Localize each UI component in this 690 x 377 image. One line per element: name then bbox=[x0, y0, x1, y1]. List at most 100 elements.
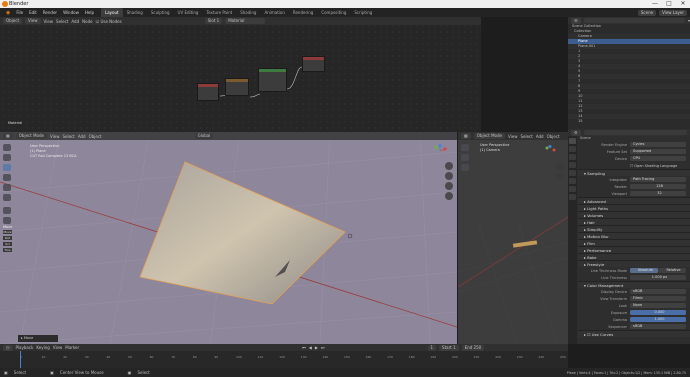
menu-help[interactable]: Help bbox=[82, 10, 97, 15]
end-frame-field[interactable]: End 250 bbox=[461, 344, 485, 351]
last-operation-panel[interactable]: ▸ Move bbox=[18, 335, 58, 342]
node-principled-bsdf[interactable] bbox=[258, 68, 287, 92]
measure-tool-icon[interactable] bbox=[3, 217, 11, 224]
camera-mode-selector[interactable]: Object Mode bbox=[473, 133, 505, 139]
output-tab-icon[interactable] bbox=[569, 146, 576, 152]
tool-rotate-button[interactable]: Rot bbox=[3, 236, 12, 240]
camera-select-tool-icon[interactable] bbox=[461, 144, 469, 151]
camera-move-tool-icon[interactable] bbox=[461, 164, 469, 171]
timeline-menu-view[interactable]: View bbox=[53, 345, 63, 350]
tab-rendering[interactable]: Rendering bbox=[289, 8, 317, 17]
feature-set-select[interactable]: Supported bbox=[630, 149, 686, 154]
world-tab-icon[interactable] bbox=[569, 170, 576, 176]
section-motion-blur[interactable]: ▸ Motion Blur bbox=[578, 232, 690, 239]
look-select[interactable]: None bbox=[630, 303, 686, 308]
line-thickness-field[interactable]: 1.000 px bbox=[630, 275, 686, 280]
menu-file[interactable]: File bbox=[13, 10, 26, 15]
node-texture-coordinate[interactable] bbox=[197, 83, 219, 101]
outliner-type-button[interactable]: ☰ bbox=[571, 17, 581, 24]
cam-menu-object[interactable]: Object bbox=[547, 134, 560, 139]
use-curves-section[interactable]: ▸ ☐ Use Curves bbox=[578, 330, 690, 337]
section-film[interactable]: ▸ Film bbox=[578, 239, 690, 246]
camera-viewport[interactable]: ▦ Object Mode View Select Add Object Use… bbox=[458, 132, 568, 344]
viewport-samples-field[interactable]: 32 bbox=[630, 191, 686, 196]
section-advanced[interactable]: ▸ Advanced bbox=[578, 197, 690, 204]
section-simplify[interactable]: ▸ Simplify bbox=[578, 225, 690, 232]
navigation-gizmo[interactable] bbox=[433, 144, 447, 158]
vp-menu-object[interactable]: Object bbox=[89, 134, 102, 139]
render-samples-field[interactable]: 128 bbox=[630, 184, 686, 189]
menu-edit[interactable]: Edit bbox=[26, 10, 40, 15]
transform-tool-icon[interactable] bbox=[3, 194, 11, 201]
absolute-toggle[interactable]: Absolute bbox=[630, 268, 658, 273]
pan-icon[interactable] bbox=[445, 172, 453, 180]
rotate-tool-icon[interactable] bbox=[3, 174, 11, 181]
section-light-paths[interactable]: ▸ Light Paths bbox=[578, 204, 690, 211]
cursor-tool-icon[interactable] bbox=[3, 154, 11, 161]
gamma-slider[interactable]: 1.000 bbox=[630, 317, 686, 322]
timeline[interactable]: ◷ Playback Keying View Marker ⏮ ◀ ▶ ⏭ 1 … bbox=[0, 344, 568, 368]
timeline-type-button[interactable]: ◷ bbox=[3, 344, 13, 351]
camera-cursor-tool-icon[interactable] bbox=[461, 154, 469, 161]
minimize-button[interactable]: — bbox=[648, 0, 662, 8]
camera-pan-icon[interactable] bbox=[556, 172, 564, 180]
view-layer-tab-icon[interactable] bbox=[569, 154, 576, 160]
vp-menu-select[interactable]: Select bbox=[62, 134, 74, 139]
play-icon[interactable]: ▶ bbox=[315, 345, 318, 350]
mode-selector[interactable]: Object Mode bbox=[15, 133, 47, 139]
tab-shading-2[interactable]: Shading bbox=[236, 8, 260, 17]
view-transform-select[interactable]: Filmic bbox=[630, 296, 686, 301]
exposure-slider[interactable]: 0.000 bbox=[630, 310, 686, 315]
timeline-menu-marker[interactable]: Marker bbox=[65, 345, 79, 350]
render-tab-icon[interactable] bbox=[569, 138, 576, 144]
modifier-tab-icon[interactable] bbox=[569, 186, 576, 192]
tab-animation[interactable]: Animation bbox=[260, 8, 288, 17]
tool-transform-button[interactable]: Trns bbox=[3, 248, 12, 252]
device-select[interactable]: CPU bbox=[630, 156, 686, 161]
properties-search-input[interactable] bbox=[583, 130, 687, 135]
relative-toggle[interactable]: Relative bbox=[658, 268, 686, 273]
current-frame-field[interactable]: 1 bbox=[427, 344, 437, 351]
section-hair[interactable]: ▸ Hair bbox=[578, 218, 690, 225]
cam-menu-view[interactable]: View bbox=[508, 134, 518, 139]
properties-type-button[interactable]: ⚙ bbox=[571, 129, 581, 136]
tool-scale-button[interactable]: Scl bbox=[3, 242, 12, 246]
node-editor[interactable]: Object View View Select Add Node ☑ Use N… bbox=[0, 17, 481, 132]
orientation-selector[interactable]: Global bbox=[194, 133, 214, 139]
node-image-texture[interactable] bbox=[225, 78, 249, 96]
annotate-tool-icon[interactable] bbox=[3, 207, 11, 214]
tab-sculpting[interactable]: Sculpting bbox=[147, 8, 174, 17]
vp-menu-add[interactable]: Add bbox=[78, 134, 86, 139]
cam-menu-add[interactable]: Add bbox=[536, 134, 544, 139]
timeline-menu-keying[interactable]: Keying bbox=[36, 345, 49, 350]
tab-uv-editing[interactable]: UV Editing bbox=[174, 8, 203, 17]
section-bake[interactable]: ▸ Bake bbox=[578, 253, 690, 260]
vp-menu-view[interactable]: View bbox=[50, 134, 60, 139]
menu-window[interactable]: Window bbox=[60, 10, 82, 15]
scene-tab-icon[interactable] bbox=[569, 162, 576, 168]
3d-viewport[interactable]: ▦ Object Mode View Select Add Object Glo… bbox=[0, 132, 457, 344]
tab-scripting[interactable]: Scripting bbox=[350, 8, 376, 17]
scene-selector[interactable]: Scene bbox=[637, 9, 657, 16]
play-reverse-icon[interactable]: ◀ bbox=[309, 345, 312, 350]
close-button[interactable]: ✕ bbox=[676, 0, 690, 8]
osl-checkbox[interactable]: ☐ Open Shading Language bbox=[630, 164, 677, 168]
properties-editor[interactable]: ⚙ Scene Render Engine Cycles Feature Set S… bbox=[568, 129, 690, 344]
timeline-ruler[interactable]: 0102030405060708090100110120130140150160… bbox=[0, 351, 568, 368]
select-tool-icon[interactable] bbox=[3, 144, 11, 151]
integrator-select[interactable]: Path Tracing bbox=[630, 177, 686, 182]
tab-texture-paint[interactable]: Texture Paint bbox=[202, 8, 236, 17]
display-device-select[interactable]: sRGB bbox=[630, 289, 686, 294]
timeline-menu-playback[interactable]: Playback bbox=[16, 345, 34, 350]
jump-start-icon[interactable]: ⏮ bbox=[302, 345, 306, 350]
tab-shading[interactable]: Shading bbox=[123, 8, 147, 17]
sampling-section[interactable]: ▾ Sampling bbox=[578, 169, 690, 176]
outliner-item[interactable]: 15 bbox=[568, 119, 690, 124]
object-tab-icon[interactable] bbox=[569, 178, 576, 184]
maximize-button[interactable]: □ bbox=[662, 0, 676, 8]
view-layer-selector[interactable]: View Layer bbox=[659, 9, 687, 16]
jump-end-icon[interactable]: ⏭ bbox=[321, 345, 325, 350]
camera-zoom-icon[interactable] bbox=[556, 162, 564, 170]
cam-menu-select[interactable]: Select bbox=[520, 134, 532, 139]
section-freestyle[interactable]: ▸ Freestyle bbox=[578, 260, 690, 267]
